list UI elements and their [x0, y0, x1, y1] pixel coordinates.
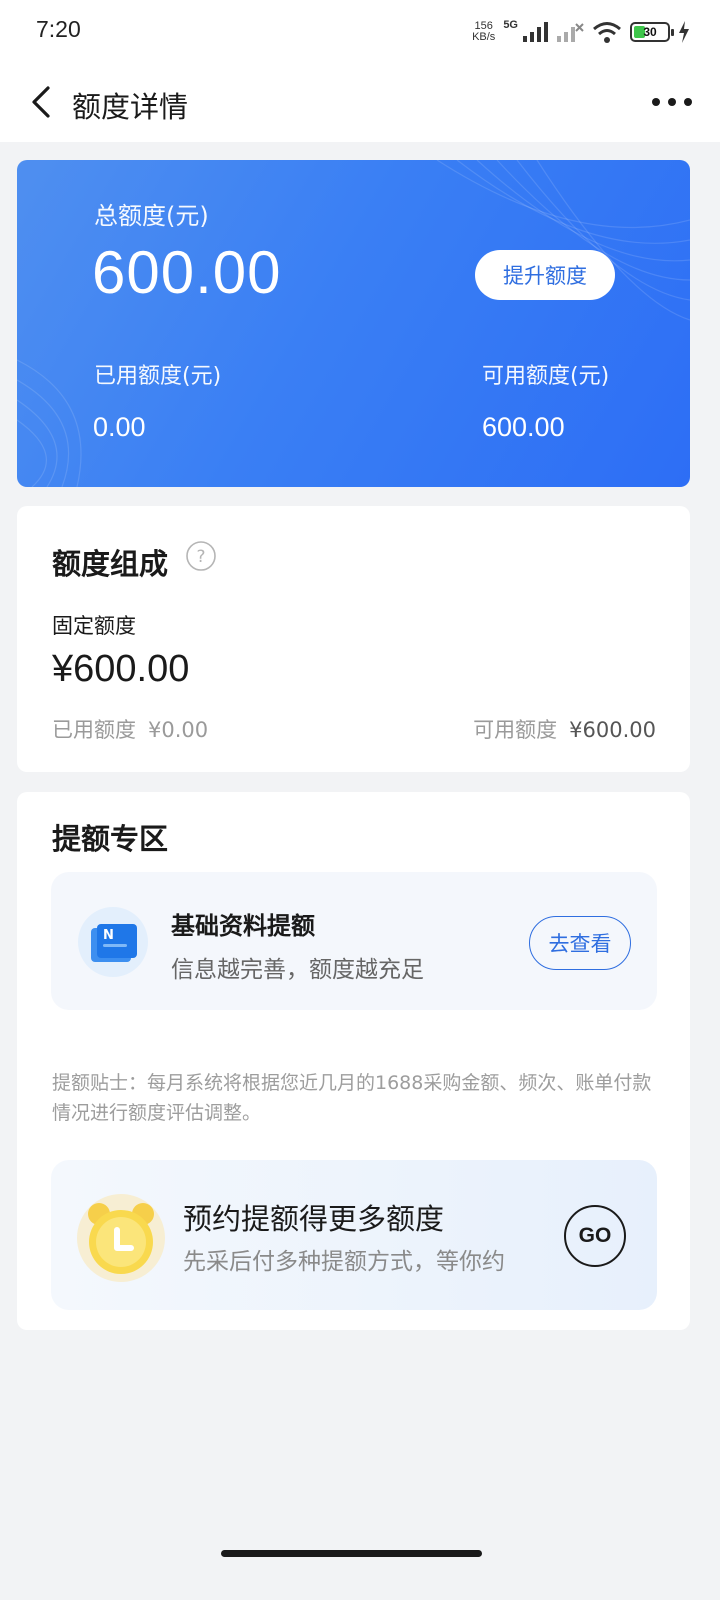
more-options-icon[interactable]	[650, 90, 694, 114]
basic-info-raise-item[interactable]: N 基础资料提额 信息越完善，额度越充足 去查看	[51, 872, 657, 1010]
signal-icon	[523, 22, 548, 42]
credit-composition-card: 额度组成 ? 固定额度 ¥600.00 已用额度 ¥0.00 可用额度 ¥600.0…	[17, 506, 690, 772]
used-credit-value: 0.00	[93, 412, 146, 442]
total-credit-value: 600.00	[92, 239, 282, 306]
charging-icon	[679, 21, 689, 43]
used-credit-label: 已用额度(元)	[94, 364, 222, 389]
home-indicator[interactable]	[221, 1550, 482, 1557]
document-icon: N	[78, 907, 148, 977]
credit-summary-card: 总额度(元) 600.00 提升额度 已用额度(元) 0.00 可用额度(元) …	[17, 160, 690, 487]
svg-text:N: N	[103, 928, 114, 943]
composition-available-value: ¥600.00	[569, 718, 656, 742]
reserve-title: 预约提额得更多额度	[183, 1202, 445, 1236]
composition-used: 已用额度 ¥0.00	[52, 714, 208, 744]
signal-no-service-icon	[557, 23, 584, 42]
network-speed: 156 KB/s	[472, 21, 495, 43]
composition-used-label: 已用额度	[52, 718, 136, 742]
available-credit-value: 600.00	[482, 412, 565, 442]
battery-icon: 30	[630, 22, 674, 42]
network-type-label: 5G	[503, 19, 518, 31]
status-bar: 7:20 156 KB/s 5G 30	[0, 0, 720, 62]
basic-info-title: 基础资料提额	[171, 912, 315, 940]
basic-info-subtitle: 信息越完善，额度越充足	[171, 957, 424, 983]
alarm-clock-icon	[77, 1194, 165, 1282]
fixed-credit-value: ¥600.00	[52, 648, 190, 690]
page-title: 额度详情	[72, 90, 189, 124]
nav-bar: 额度详情	[0, 62, 720, 142]
fixed-credit-label: 固定额度	[52, 614, 136, 638]
view-button[interactable]: 去查看	[529, 916, 631, 970]
raise-tip-text: 提额贴士：每月系统将根据您近几月的1688采购金额、频次、账单付款情况进行额度评…	[52, 1072, 652, 1124]
status-icons: 156 KB/s 5G 30	[472, 18, 690, 46]
battery-level: 30	[643, 25, 657, 39]
composition-used-value: ¥0.00	[148, 718, 209, 742]
total-credit-label: 总额度(元)	[94, 202, 209, 230]
back-arrow-icon[interactable]	[24, 82, 64, 122]
available-credit-label: 可用额度(元)	[482, 364, 610, 389]
reserve-raise-banner[interactable]: 预约提额得更多额度 先采后付多种提额方式，等你约 GO	[51, 1160, 657, 1310]
status-time: 7:20	[36, 16, 81, 42]
composition-available: 可用额度 ¥600.00	[473, 714, 656, 744]
raise-zone-title: 提额专区	[52, 822, 169, 856]
wifi-icon	[593, 22, 621, 43]
svg-text:?: ?	[196, 547, 205, 567]
question-circle-icon[interactable]: ?	[185, 540, 217, 572]
reserve-subtitle: 先采后付多种提额方式，等你约	[183, 1249, 505, 1275]
composition-available-label: 可用额度	[473, 718, 558, 742]
network-speed-unit: KB/s	[472, 31, 496, 43]
raise-credit-button[interactable]: 提升额度	[475, 250, 615, 300]
composition-title: 额度组成	[52, 547, 169, 581]
go-button[interactable]: GO	[564, 1205, 626, 1267]
raise-zone-card: 提额专区 N 基础资料提额 信息越完善，额度越充足 去查看 提额贴士：每月系统将…	[17, 792, 690, 1330]
